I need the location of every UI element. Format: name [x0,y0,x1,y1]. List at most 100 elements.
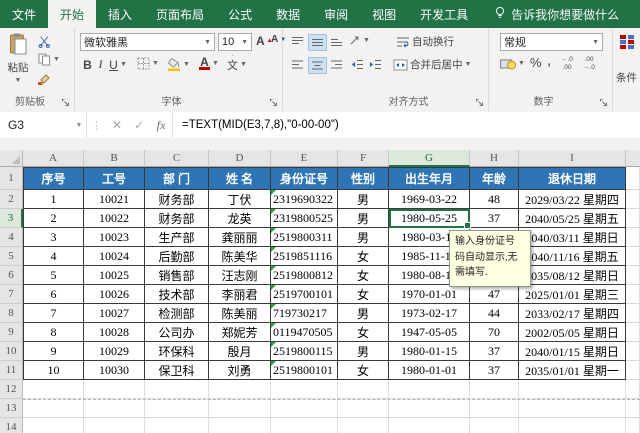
cell-E14[interactable] [271,418,338,433]
cell-D1[interactable]: 姓 名 [209,167,271,190]
cell-H9[interactable]: 70 [470,323,519,342]
row-header-5[interactable]: 5 [0,247,23,266]
align-top-button[interactable] [289,34,306,49]
cell-H2[interactable]: 48 [470,190,519,209]
percent-style-button[interactable]: % [530,55,542,70]
cell-H14[interactable] [470,418,519,433]
cell-D9[interactable]: 郑妮芳 [209,323,271,342]
cell-C13[interactable] [145,399,209,418]
cell-B11[interactable]: 10030 [84,361,145,380]
column-header-I[interactable]: I [519,150,626,167]
cell-H11[interactable]: 37 [470,361,519,380]
cell-E12[interactable] [271,380,338,399]
name-box[interactable]: G3 [0,112,72,138]
number-dialog-launcher-icon[interactable] [599,98,609,108]
cell-B6[interactable]: 10025 [84,266,145,285]
row-header-3[interactable]: 3 [0,209,23,228]
number-format-select[interactable]: 常规 ▼ [500,33,603,51]
cell-G9[interactable]: 1947-05-05 [389,323,470,342]
cell-G8[interactable]: 1973-02-17 [389,304,470,323]
formula-input[interactable]: =TEXT(MID(E3,7,8),"0-00-00") [173,119,339,131]
cell-B7[interactable]: 10026 [84,285,145,304]
cell-H1[interactable]: 年龄 [470,167,519,190]
cell-G14[interactable] [389,418,470,433]
cell-H7[interactable]: 47 [470,285,519,304]
cell-G1[interactable]: 出生年月 [389,167,470,190]
cell-E10[interactable]: 2519800115 [271,342,338,361]
increase-decimal-button[interactable]: ←.0.00 [561,56,573,72]
cell-D6[interactable]: 汪志刚 [209,266,271,285]
cell-A8[interactable]: 7 [23,304,84,323]
align-middle-button[interactable] [308,34,327,51]
cell-I7[interactable]: 2025/01/01 星期三 [519,285,626,304]
copy-button[interactable]: ▼ [38,53,60,66]
paste-button[interactable]: 粘贴 ▼ [3,33,33,95]
decrease-decimal-button[interactable]: .00 →.0 [583,56,595,72]
orientation-button[interactable]: ▼ [349,34,370,46]
cut-button[interactable] [38,35,51,48]
phonetic-guide-button[interactable]: ˇ文 ▼ [227,56,247,72]
select-all-button[interactable] [0,150,23,167]
cell-I9[interactable]: 2002/05/05 星期日 [519,323,626,342]
row-header-12[interactable]: 12 [0,380,23,399]
column-header-D[interactable]: D [209,150,271,167]
cell-C3[interactable]: 财务部 [145,209,209,228]
cell-F4[interactable]: 男 [338,228,389,247]
font-size-select[interactable]: 10 ▼ [218,33,252,51]
cell-C2[interactable]: 财务部 [145,190,209,209]
font-name-select[interactable]: 微软雅黑 ▼ [80,33,215,51]
cell-H13[interactable] [470,399,519,418]
row-header-8[interactable]: 8 [0,304,23,323]
cell-A10[interactable]: 9 [23,342,84,361]
tell-me[interactable]: 告诉我你想要做什么 [494,0,619,28]
cell-A2[interactable]: 1 [23,190,84,209]
tab-文件[interactable]: 文件 [0,0,48,28]
cell-B12[interactable] [84,380,145,399]
bold-button[interactable]: B [81,58,94,72]
cell-A11[interactable]: 10 [23,361,84,380]
column-header-E[interactable]: E [271,150,338,167]
cell-I14[interactable] [519,418,626,433]
cell-C12[interactable] [145,380,209,399]
name-box-dropdown-icon[interactable]: ▼ [72,122,86,129]
cell-I2[interactable]: 2029/03/22 星期四 [519,190,626,209]
cell-A13[interactable] [23,399,84,418]
cell-E4[interactable]: 2519800311 [271,228,338,247]
tab-开始[interactable]: 开始 [48,0,97,28]
cell-E13[interactable] [271,399,338,418]
cell-F11[interactable]: 女 [338,361,389,380]
align-right-button[interactable] [328,57,345,72]
cell-E11[interactable]: 2519800101 [271,361,338,380]
cell-H12[interactable] [470,380,519,399]
row-header-14[interactable]: 14 [0,418,23,433]
cell-F9[interactable]: 女 [338,323,389,342]
column-header-F[interactable]: F [338,150,389,167]
cell-D11[interactable]: 刘勇 [209,361,271,380]
cell-E5[interactable]: 2519851116 [271,247,338,266]
cell-C1[interactable]: 部 门 [145,167,209,190]
cell-B10[interactable]: 10029 [84,342,145,361]
cell-B8[interactable]: 10027 [84,304,145,323]
row-header-9[interactable]: 9 [0,323,23,342]
cell-D4[interactable]: 龚丽丽 [209,228,271,247]
cell-C4[interactable]: 生产部 [145,228,209,247]
cell-F3[interactable]: 男 [338,209,389,228]
cell-A12[interactable] [23,380,84,399]
cell-G13[interactable] [389,399,470,418]
tab-页面布局[interactable]: 页面布局 [144,0,216,28]
cell-F14[interactable] [338,418,389,433]
cell-F2[interactable]: 男 [338,190,389,209]
cell-A3[interactable]: 2 [23,209,84,228]
tab-插入[interactable]: 插入 [96,0,144,28]
cell-F8[interactable]: 男 [338,304,389,323]
cell-E1[interactable]: 身份证号 [271,167,338,190]
italic-button[interactable]: I [94,57,107,72]
cell-I6[interactable]: 2035/08/12 星期日 [519,266,626,285]
cell-B14[interactable] [84,418,145,433]
clipboard-dialog-launcher-icon[interactable] [61,98,71,108]
cell-F12[interactable] [338,380,389,399]
row-header-11[interactable]: 11 [0,361,23,380]
cell-F13[interactable] [338,399,389,418]
row-header-4[interactable]: 4 [0,228,23,247]
cell-C11[interactable]: 保卫科 [145,361,209,380]
